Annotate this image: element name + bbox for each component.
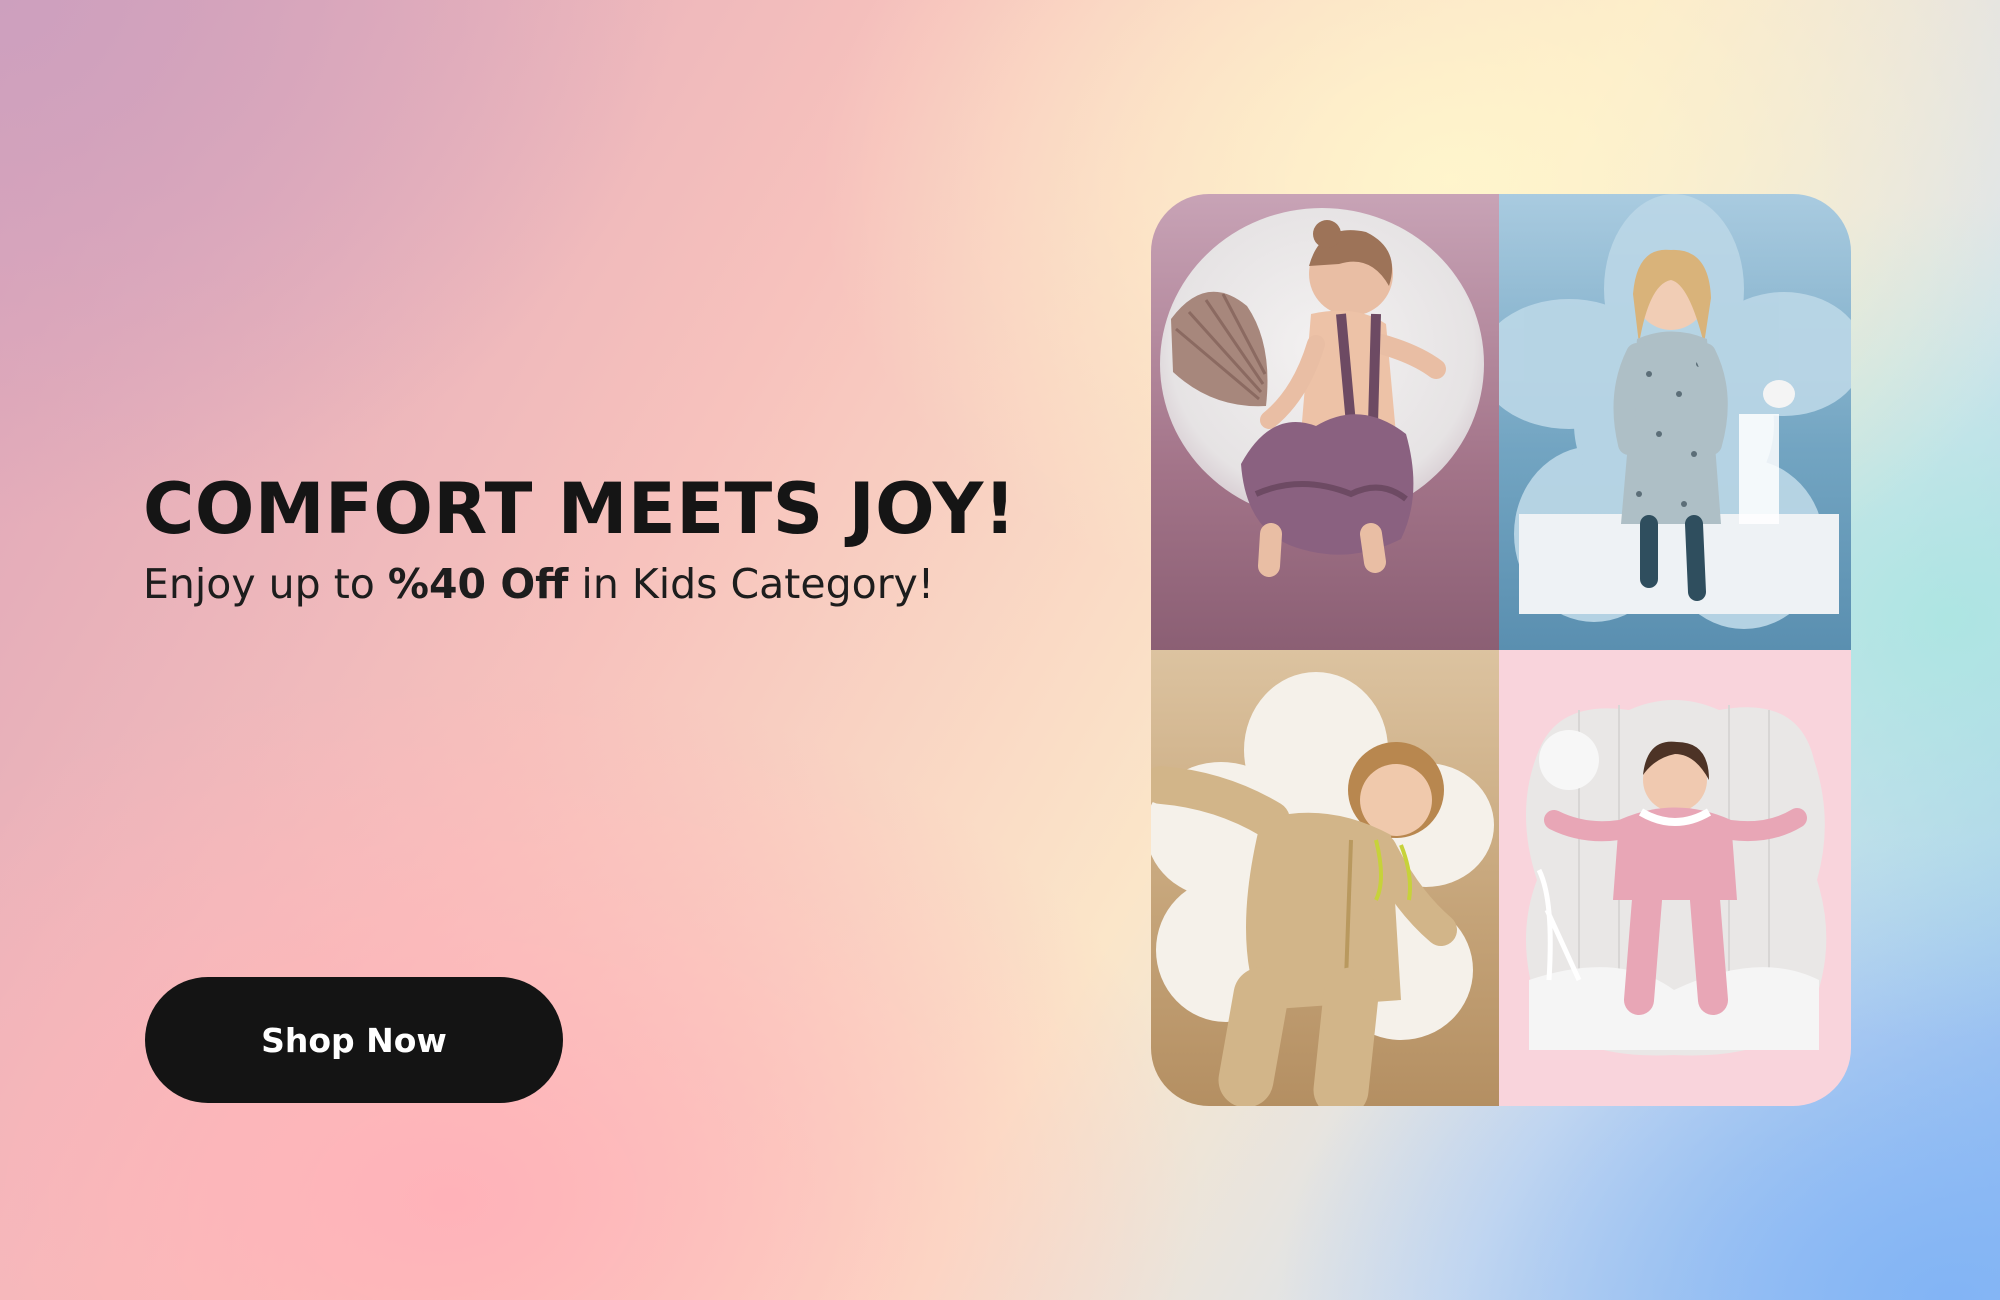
photo-girl-pink-pajamas-image xyxy=(1525,700,1827,1056)
photo-toddler-purple-romper-image xyxy=(1160,208,1484,577)
subheadline: Enjoy up to %40 Off in Kids Category! xyxy=(143,560,934,608)
photo-boy-beige-hoodie-image xyxy=(1151,672,1494,1106)
photo-girl-pink-pajamas[interactable] xyxy=(1499,650,1851,1106)
photo-boy-beige-hoodie[interactable] xyxy=(1151,650,1499,1106)
photo-girl-grey-dress[interactable] xyxy=(1499,194,1851,650)
shop-now-button[interactable]: Shop Now xyxy=(145,977,563,1103)
discount-highlight: %40 Off xyxy=(387,560,569,608)
photo-toddler-purple-romper[interactable] xyxy=(1151,194,1499,650)
subline-prefix: Enjoy up to xyxy=(143,560,388,608)
headline: COMFORT MEETS JOY! xyxy=(143,468,1017,550)
subline-suffix: in Kids Category! xyxy=(568,560,935,608)
kids-photo-collage[interactable] xyxy=(1151,194,1851,1106)
photo-girl-grey-dress-image xyxy=(1499,194,1851,629)
